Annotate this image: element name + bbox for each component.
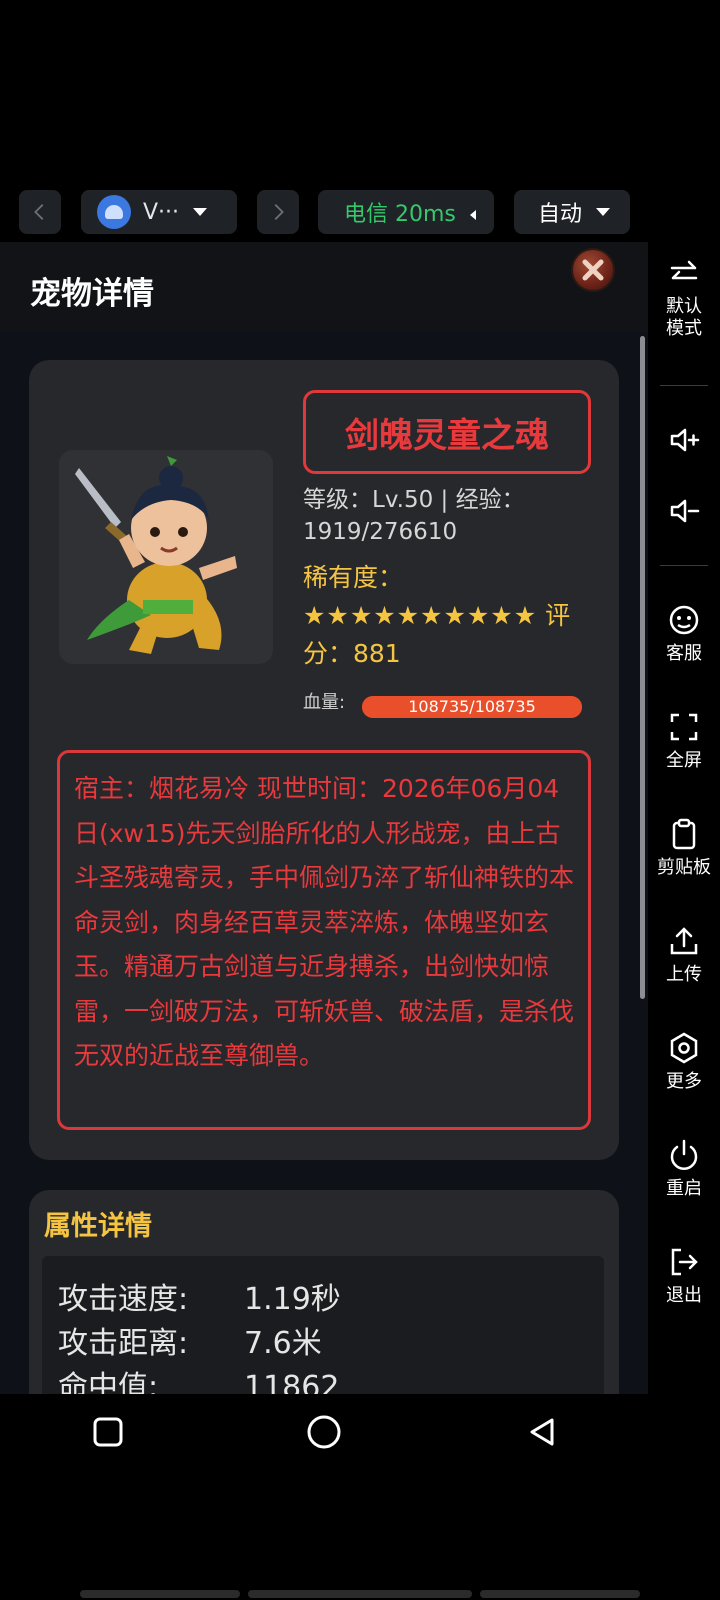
recents-button[interactable]	[86, 1410, 130, 1454]
network-latency: 电信 20ms	[344, 202, 456, 227]
panel-header: 宠物详情	[0, 242, 648, 332]
gesture-bar	[248, 1590, 472, 1598]
upload-icon	[670, 927, 698, 955]
level-exp-label: 等级：Lv.50 | 经验：	[303, 487, 525, 513]
attribute-value: 1.19秒	[244, 1282, 341, 1317]
attribute-key: 攻击距离:	[58, 1326, 189, 1361]
home-button[interactable]	[302, 1410, 346, 1454]
upload-button[interactable]: 上传	[648, 924, 720, 986]
forward-button[interactable]	[257, 190, 299, 234]
signal-indicator-icon	[469, 210, 476, 220]
clipboard-button[interactable]: 剪贴板	[648, 817, 720, 879]
upload-label: 上传	[666, 964, 702, 985]
more-icon	[670, 1032, 698, 1064]
app-selector[interactable]: V···	[81, 190, 237, 234]
hp-bar: 108735/108735	[362, 696, 582, 718]
pet-info-card: 剑魄灵童之魂 等级：Lv.50 | 经验： 1919/276610 稀有度： ★…	[29, 360, 619, 1160]
chevron-right-icon	[274, 204, 284, 220]
more-button[interactable]: 更多	[648, 1031, 720, 1093]
android-app-icon	[97, 195, 131, 229]
power-icon	[670, 1139, 698, 1170]
volume-up-icon	[670, 428, 700, 452]
back-button[interactable]	[19, 190, 61, 234]
fullscreen-icon	[670, 713, 698, 741]
pet-portrait	[59, 450, 273, 664]
clipboard-label: 剪贴板	[657, 857, 711, 878]
pet-name-box: 剑魄灵童之魂	[303, 390, 591, 474]
score-label-part: 评	[537, 601, 571, 630]
default-mode-button[interactable]: 默认 模式	[648, 256, 720, 340]
circle-icon	[307, 1415, 341, 1449]
star-rating: ★★★★★★★★★★	[303, 601, 538, 630]
square-icon	[93, 1417, 123, 1447]
dropdown-arrow-icon	[596, 208, 611, 216]
fullscreen-button[interactable]: 全屏	[648, 710, 720, 772]
restart-label: 重启	[666, 1178, 702, 1199]
close-button[interactable]	[571, 248, 615, 292]
divider	[660, 565, 708, 566]
volume-down-icon	[670, 499, 700, 523]
hp-label: 血量:	[303, 692, 346, 713]
dropdown-arrow-icon	[193, 208, 208, 216]
default-mode-label: 默认 模式	[666, 296, 702, 339]
more-label: 更多	[666, 1071, 702, 1092]
network-selector[interactable]: 电信 20ms	[318, 190, 494, 234]
page-title: 宠物详情	[30, 276, 154, 312]
quality-mode-selector[interactable]: 自动	[514, 190, 630, 234]
clipboard-icon	[672, 818, 696, 850]
exp-value: 1919/276610	[303, 519, 458, 545]
back-nav-button[interactable]	[520, 1410, 564, 1454]
side-control-bar: 默认 模式 客服 全屏 剪贴板 上传 更多 重启 退出	[648, 242, 720, 1394]
headset-icon	[669, 605, 699, 635]
attribute-key: 攻击速度:	[58, 1282, 189, 1317]
customer-service-label: 客服	[666, 643, 702, 664]
swap-arrows-icon	[670, 260, 698, 280]
pet-character-image	[75, 456, 237, 654]
rarity-label: 稀有度：	[303, 563, 404, 592]
pet-description: 宿主：烟花易冷 现世时间：2026年06月04日(xw15)先天剑胎所化的人形战…	[57, 750, 591, 1130]
app-name: V···	[143, 199, 180, 225]
customer-service-button[interactable]: 客服	[648, 603, 720, 665]
gesture-bar	[480, 1590, 640, 1598]
volume-down-button[interactable]	[648, 494, 720, 528]
close-icon	[582, 259, 604, 281]
top-toolbar: V··· 电信 20ms 自动	[0, 190, 720, 234]
fullscreen-label: 全屏	[666, 750, 702, 771]
rarity-stars-row: ★★★★★★★★★★ 评	[303, 596, 570, 632]
divider	[660, 385, 708, 386]
system-nav-bar	[0, 1394, 720, 1468]
scrollbar[interactable]	[640, 336, 645, 999]
exit-button[interactable]: 退出	[648, 1245, 720, 1307]
attribute-value: 7.6米	[244, 1326, 322, 1361]
quality-mode-label: 自动	[538, 202, 583, 227]
exit-label: 退出	[666, 1285, 702, 1306]
attribute-row: 攻击速度: 1.19秒	[58, 1274, 341, 1318]
restart-button[interactable]: 重启	[648, 1138, 720, 1200]
hp-value: 108735/108735	[408, 697, 536, 716]
chevron-left-icon	[34, 204, 44, 220]
gesture-bar	[80, 1590, 240, 1598]
triangle-back-icon	[530, 1418, 554, 1446]
score-value: 分：881	[303, 639, 401, 668]
volume-up-button[interactable]	[648, 423, 720, 457]
exit-icon	[671, 1248, 698, 1276]
pet-name: 剑魄灵童之魂	[345, 415, 549, 456]
attributes-title: 属性详情	[44, 1211, 152, 1242]
attribute-row: 攻击距离: 7.6米	[58, 1318, 322, 1362]
